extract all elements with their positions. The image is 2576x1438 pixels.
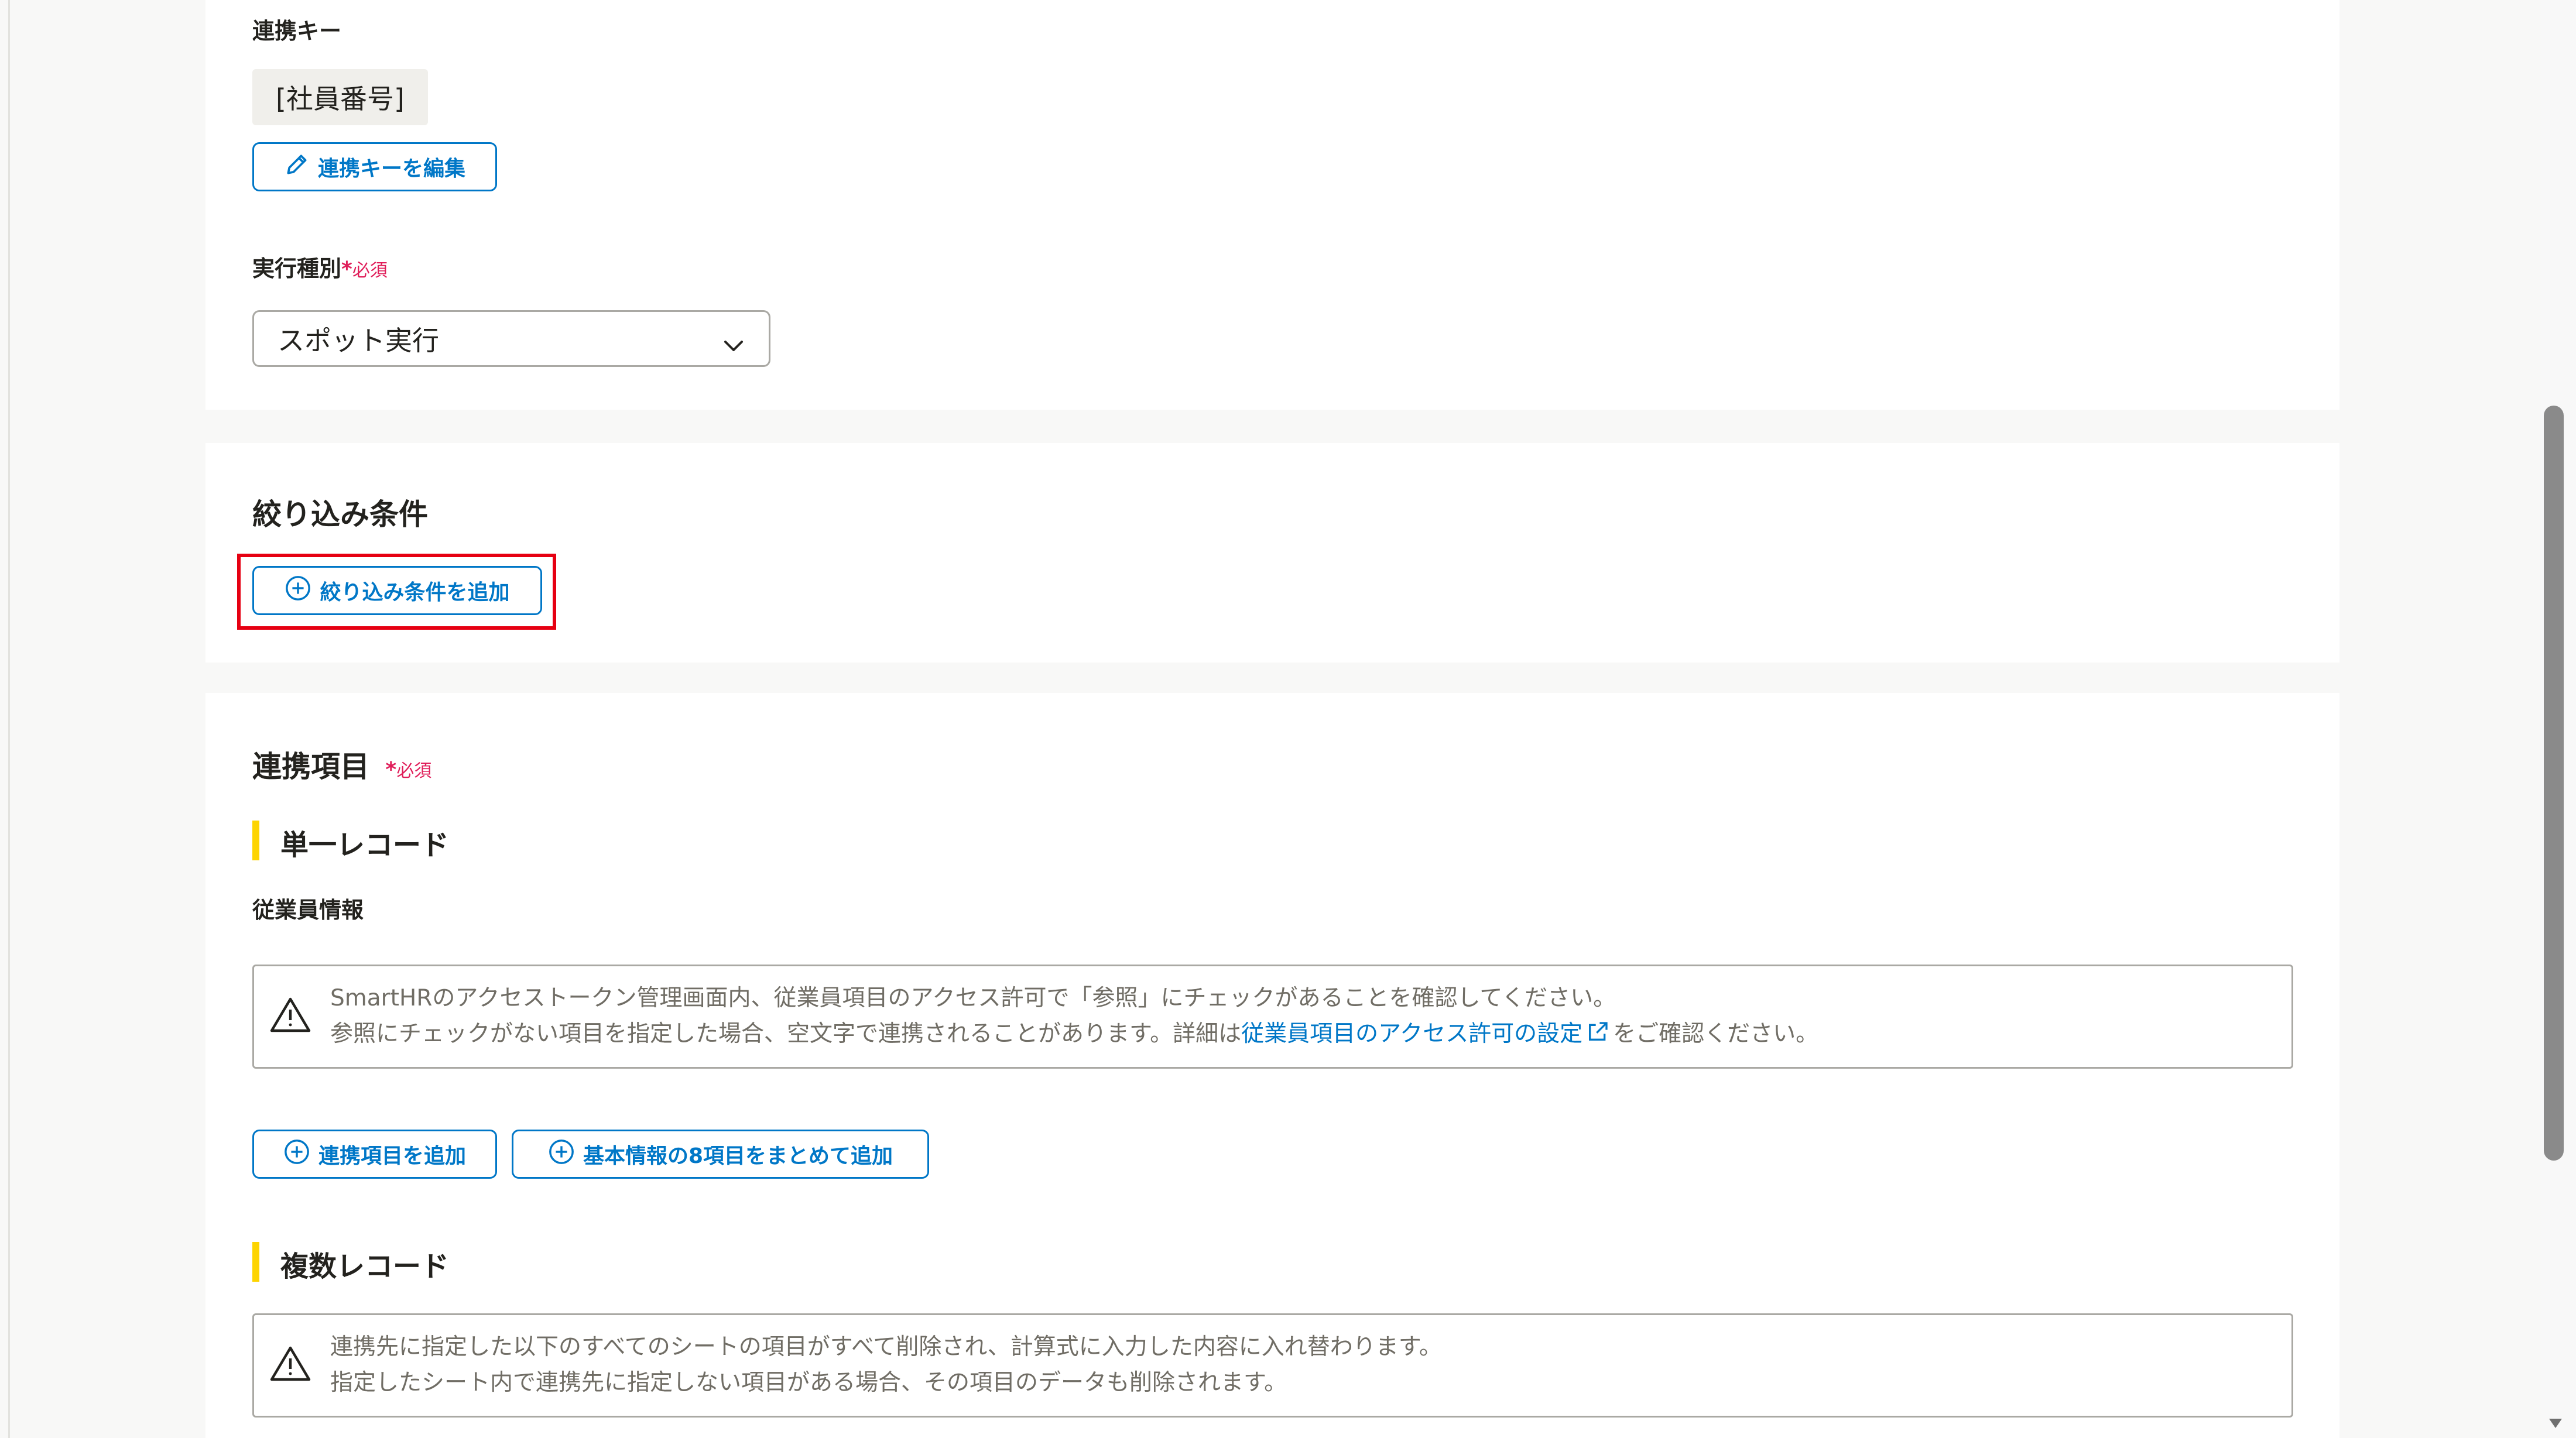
edit-sync-key-label: 連携キーを編集	[317, 157, 465, 181]
external-link-icon	[1586, 1018, 1609, 1054]
required-text: 必須	[352, 260, 388, 281]
pencil-icon	[284, 152, 310, 183]
scroll-down-arrow-icon[interactable]	[2547, 1415, 2564, 1433]
heading-bar	[252, 1242, 259, 1282]
add-sync-item-label: 連携項目を追加	[318, 1144, 466, 1168]
add-basic-info-button[interactable]: 基本情報の8項目をまとめて追加	[512, 1130, 929, 1179]
add-filter-button[interactable]: 絞り込み条件を追加	[252, 566, 542, 615]
add-sync-item-button[interactable]: 連携項目を追加	[252, 1130, 497, 1179]
alert-line-2: 指定したシート内で連携先に指定しない項目がある場合、その項目のデータも削除されま…	[330, 1370, 1287, 1396]
page-left-edge	[0, 0, 10, 1438]
access-permission-alert: SmartHRのアクセストークン管理画面内、従業員項目のアクセス許可で「参照」に…	[252, 965, 2293, 1069]
execution-type-label: 実行種別*必須	[252, 256, 388, 282]
add-basic-info-label: 基本情報の8項目をまとめて追加	[583, 1144, 893, 1168]
multi-record-heading: 複数レコード	[280, 1250, 450, 1283]
filter-card: 絞り込み条件 絞り込み条件を追加	[205, 443, 2339, 663]
required-text: 必須	[396, 761, 432, 781]
heading-bar	[252, 821, 259, 860]
alert-line-1: SmartHRのアクセストークン管理画面内、従業員項目のアクセス許可で「参照」に…	[330, 985, 1616, 1011]
warning-icon	[269, 1344, 311, 1385]
data-deletion-alert: 連携先に指定した以下のすべてのシートの項目がすべて削除され、計算式に入力した内容…	[252, 1313, 2293, 1418]
sync-key-value: [社員番号]	[252, 69, 428, 125]
alert-line-2: 参照にチェックがない項目を指定した場合、空文字で連携されることがあります。詳細は…	[330, 1016, 1818, 1054]
single-record-heading: 単一レコード	[280, 829, 450, 862]
sync-settings-card: 連携キー [社員番号] 連携キーを編集 実行種別*必須 スポット実行	[205, 0, 2339, 410]
employee-info-label: 従業員情報	[252, 897, 364, 923]
sync-items-card: 連携項目 *必須 単一レコード 従業員情報 SmartHRのアクセストークン管理…	[205, 693, 2339, 1438]
sync-items-title: 連携項目 *必須	[252, 750, 432, 784]
required-star: *	[385, 758, 397, 782]
edit-sync-key-button[interactable]: 連携キーを編集	[252, 142, 497, 191]
required-star: *	[341, 258, 352, 282]
access-permission-link[interactable]: 従業員項目のアクセス許可の設定	[1241, 1021, 1582, 1047]
add-filter-label: 絞り込み条件を追加	[320, 581, 510, 605]
sync-key-label: 連携キー	[252, 18, 342, 44]
chevron-down-icon	[722, 330, 745, 361]
execution-type-select[interactable]: スポット実行	[252, 310, 770, 367]
warning-icon	[269, 996, 311, 1037]
add-circle-icon	[285, 575, 311, 607]
execution-type-value: スポット実行	[278, 324, 439, 356]
add-circle-icon	[548, 1138, 575, 1171]
filter-title: 絞り込み条件	[252, 497, 428, 531]
alert-line-1: 連携先に指定した以下のすべてのシートの項目がすべて削除され、計算式に入力した内容…	[330, 1334, 1442, 1360]
scrollbar-thumb[interactable]	[2544, 406, 2564, 1161]
add-circle-icon	[283, 1138, 310, 1171]
